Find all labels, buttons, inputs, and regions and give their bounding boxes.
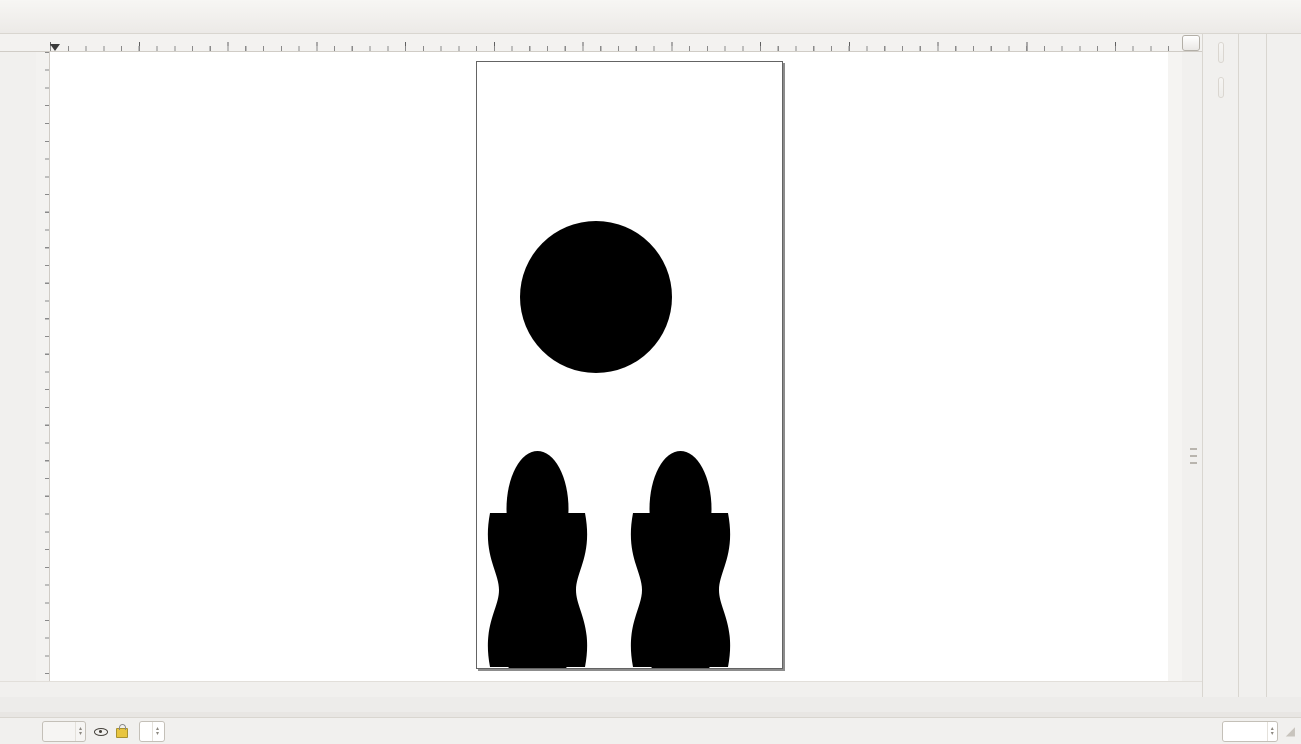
tab-layers[interactable] bbox=[1217, 77, 1224, 98]
window-resize-grip[interactable]: ◢ bbox=[1286, 724, 1295, 738]
dock-resize-grip[interactable] bbox=[1190, 448, 1197, 466]
opacity-spinner[interactable]: ▴ ▾ bbox=[75, 721, 85, 741]
ruler-position-marker bbox=[50, 44, 60, 51]
circle-tick-bottom bbox=[593, 341, 600, 356]
canvas[interactable] bbox=[50, 52, 1168, 681]
green-shape-left[interactable] bbox=[487, 451, 588, 681]
vertical-scrollbar[interactable] bbox=[1168, 52, 1182, 681]
snap-controls-bar bbox=[1266, 34, 1301, 697]
red-circle-group[interactable] bbox=[520, 221, 672, 373]
layer-selector[interactable]: ▴ ▾ bbox=[139, 720, 166, 742]
tool-controls-bar bbox=[0, 0, 1301, 34]
commands-bar bbox=[1238, 34, 1266, 697]
vertical-ruler[interactable] bbox=[36, 52, 50, 681]
zoom-field[interactable]: ▴ ▾ bbox=[1221, 720, 1278, 742]
sticky-zoom-area bbox=[1180, 34, 1202, 51]
drawing bbox=[487, 221, 731, 681]
tab-export-png-image[interactable] bbox=[1217, 42, 1224, 63]
status-bar: ▴ ▾ ▴ ▾ ▴ ▾ ◢ bbox=[0, 717, 1301, 744]
horizontal-ruler[interactable] bbox=[50, 34, 1180, 51]
palette-scrollbar[interactable] bbox=[0, 712, 1301, 717]
palette-scrollbar-thumb[interactable] bbox=[8, 713, 240, 716]
main-area bbox=[0, 34, 1301, 697]
page bbox=[476, 61, 783, 681]
zoom-spinner[interactable]: ▴ ▾ bbox=[1266, 721, 1277, 741]
layer-visibility-icon[interactable] bbox=[94, 725, 109, 738]
circle-tick-left bbox=[537, 293, 553, 300]
opacity-field[interactable]: ▴ ▾ bbox=[42, 720, 87, 742]
ruler-corner bbox=[0, 34, 50, 51]
ruler-row bbox=[0, 34, 1202, 52]
inkscape-window: ▴ ▾ ▴ ▾ ▴ ▾ ◢ bbox=[0, 0, 1301, 744]
circle-tick-top bbox=[593, 239, 600, 254]
green-shape-right[interactable] bbox=[630, 451, 731, 681]
layer-spinner[interactable]: ▴ ▾ bbox=[152, 721, 162, 741]
toolbox bbox=[0, 52, 36, 681]
layer-lock-icon[interactable] bbox=[116, 724, 129, 738]
vertical-scrollbar-thumb[interactable] bbox=[1168, 260, 1173, 465]
circle-tick-right bbox=[639, 293, 655, 300]
canvas-stack bbox=[0, 34, 1202, 697]
bottom-strip bbox=[0, 681, 1202, 697]
color-palette bbox=[0, 697, 1301, 712]
dock-edge bbox=[1182, 52, 1202, 681]
sticky-zoom-button[interactable] bbox=[1182, 34, 1200, 51]
dialog-tabs-dock bbox=[1202, 34, 1238, 697]
horizontal-scrollbar-thumb[interactable] bbox=[400, 669, 1160, 677]
palette-scroll-left-arrow[interactable] bbox=[1289, 697, 1301, 712]
canvas-row bbox=[0, 52, 1202, 681]
